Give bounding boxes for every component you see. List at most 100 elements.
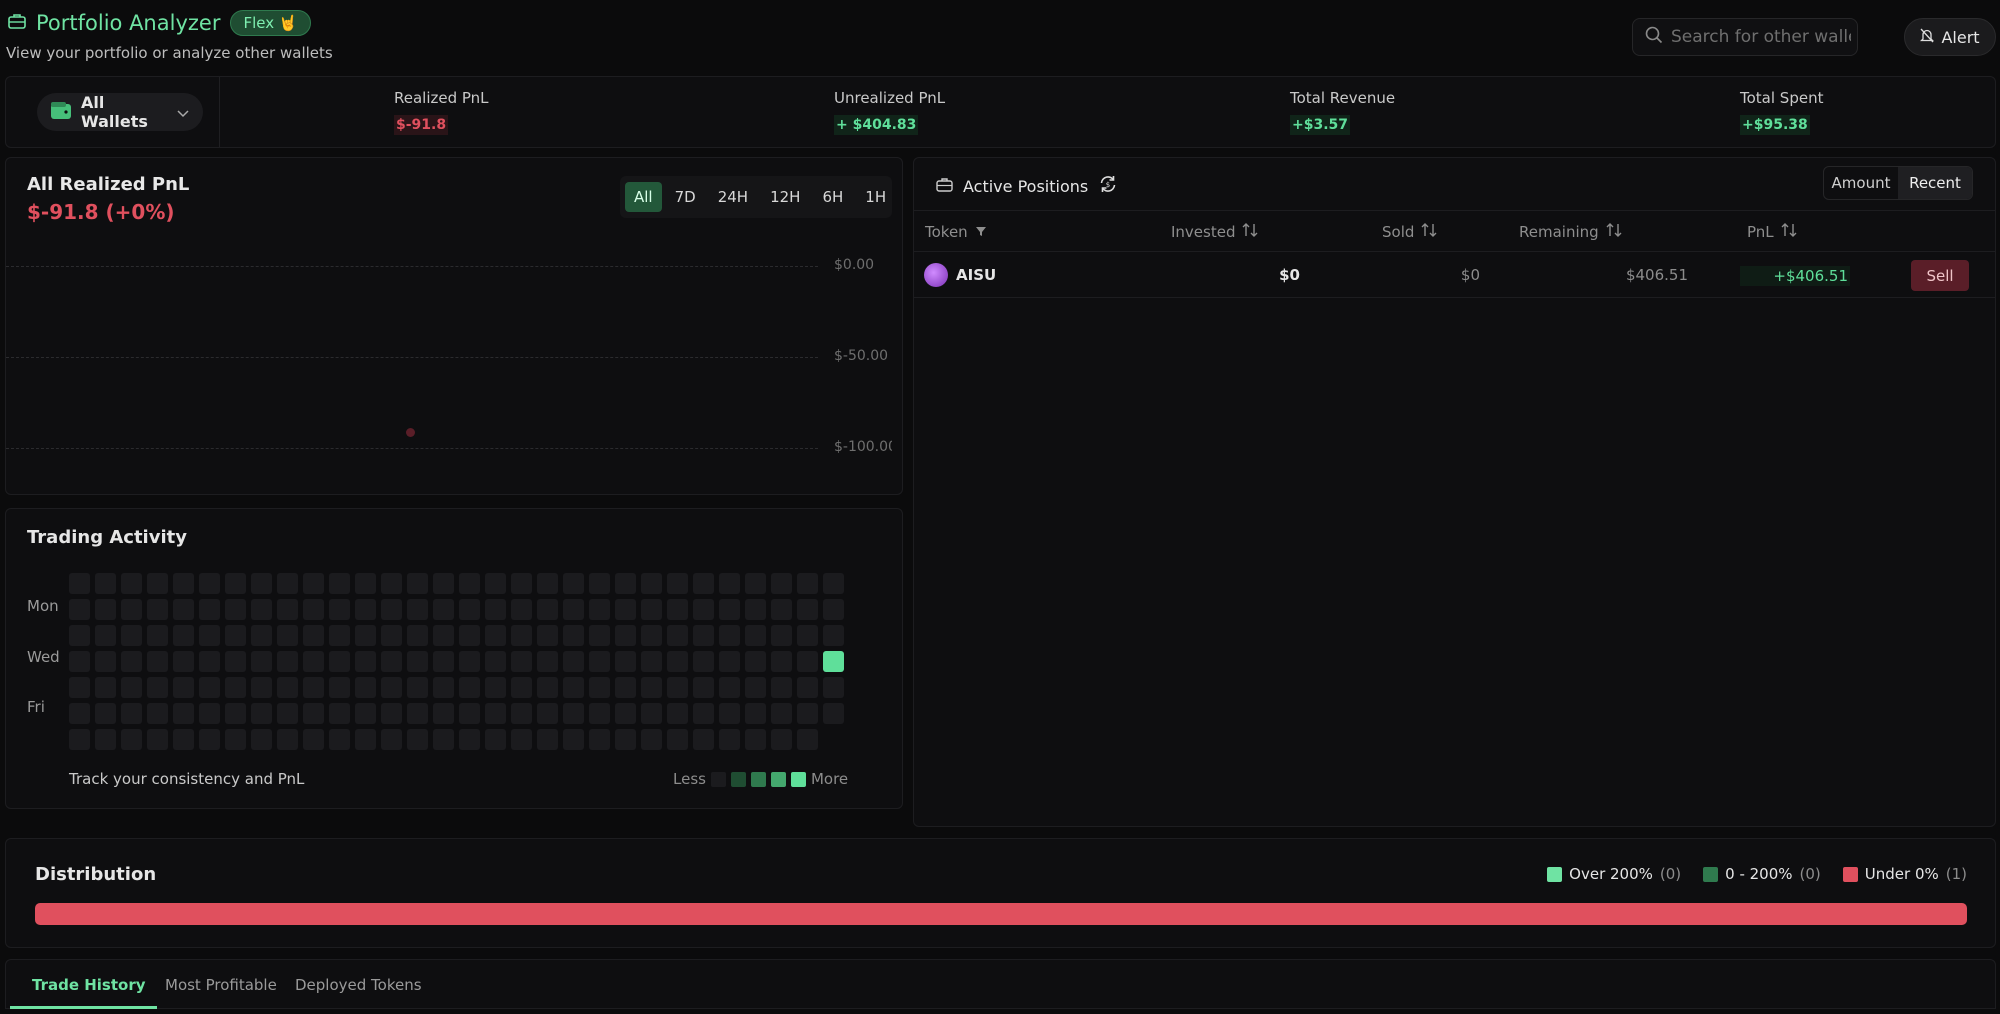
activity-cell[interactable]: [173, 729, 194, 750]
activity-cell[interactable]: [173, 625, 194, 646]
activity-cell[interactable]: [277, 573, 298, 594]
activity-cell[interactable]: [355, 729, 376, 750]
activity-cell[interactable]: [199, 677, 220, 698]
activity-cell[interactable]: [303, 677, 324, 698]
activity-cell[interactable]: [251, 651, 272, 672]
tab-trade-history[interactable]: Trade History: [32, 976, 146, 994]
activity-cell[interactable]: [147, 625, 168, 646]
activity-cell[interactable]: [303, 625, 324, 646]
activity-cell[interactable]: [329, 703, 350, 724]
activity-cell[interactable]: [225, 599, 246, 620]
activity-cell[interactable]: [589, 573, 610, 594]
activity-cell[interactable]: [329, 625, 350, 646]
activity-cell[interactable]: [511, 599, 532, 620]
activity-cell[interactable]: [615, 677, 636, 698]
activity-cell[interactable]: [329, 599, 350, 620]
activity-cell[interactable]: [693, 677, 714, 698]
activity-cell[interactable]: [537, 651, 558, 672]
activity-cell[interactable]: [563, 677, 584, 698]
activity-cell[interactable]: [147, 729, 168, 750]
activity-cell[interactable]: [511, 677, 532, 698]
activity-cell[interactable]: [173, 599, 194, 620]
activity-cell[interactable]: [537, 703, 558, 724]
activity-cell[interactable]: [225, 677, 246, 698]
activity-cell[interactable]: [563, 573, 584, 594]
activity-cell[interactable]: [329, 677, 350, 698]
activity-cell[interactable]: [771, 599, 792, 620]
activity-cell[interactable]: [69, 729, 90, 750]
activity-cell[interactable]: [277, 599, 298, 620]
activity-cell[interactable]: [95, 677, 116, 698]
activity-cell[interactable]: [667, 651, 688, 672]
activity-cell[interactable]: [433, 729, 454, 750]
activity-cell[interactable]: [121, 703, 142, 724]
activity-cell[interactable]: [771, 677, 792, 698]
activity-cell[interactable]: [381, 651, 402, 672]
activity-cell[interactable]: [69, 625, 90, 646]
activity-cell[interactable]: [459, 651, 480, 672]
activity-cell[interactable]: [641, 599, 662, 620]
activity-cell[interactable]: [199, 729, 220, 750]
activity-cell[interactable]: [95, 651, 116, 672]
activity-cell[interactable]: [459, 599, 480, 620]
filter-icon[interactable]: [975, 223, 987, 241]
activity-cell[interactable]: [199, 625, 220, 646]
column-header-remaining[interactable]: Remaining: [1519, 223, 1622, 241]
activity-cell[interactable]: [589, 729, 610, 750]
activity-cell[interactable]: [329, 729, 350, 750]
activity-cell[interactable]: [719, 729, 740, 750]
activity-cell[interactable]: [719, 573, 740, 594]
range-tab-6h[interactable]: 6H: [813, 182, 852, 212]
activity-cell[interactable]: [459, 703, 480, 724]
activity-cell[interactable]: [797, 625, 818, 646]
activity-cell[interactable]: [225, 625, 246, 646]
activity-cell[interactable]: [823, 599, 844, 620]
activity-cell[interactable]: [199, 599, 220, 620]
activity-cell[interactable]: [95, 703, 116, 724]
activity-cell[interactable]: [615, 703, 636, 724]
flex-badge[interactable]: Flex 🤘: [230, 10, 311, 36]
activity-cell[interactable]: [693, 651, 714, 672]
activity-cell[interactable]: [511, 703, 532, 724]
activity-cell[interactable]: [459, 625, 480, 646]
activity-cell[interactable]: [823, 625, 844, 646]
range-tab-12h[interactable]: 12H: [761, 182, 809, 212]
activity-cell[interactable]: [381, 703, 402, 724]
activity-cell[interactable]: [121, 573, 142, 594]
activity-cell[interactable]: [303, 573, 324, 594]
activity-cell[interactable]: [511, 729, 532, 750]
activity-cell[interactable]: [277, 625, 298, 646]
activity-cell[interactable]: [147, 573, 168, 594]
activity-cell[interactable]: [121, 729, 142, 750]
activity-cell[interactable]: [355, 625, 376, 646]
activity-cell[interactable]: [433, 677, 454, 698]
activity-cell[interactable]: [485, 599, 506, 620]
activity-cell[interactable]: [563, 599, 584, 620]
range-tab-all[interactable]: All: [625, 182, 662, 212]
activity-cell[interactable]: [771, 651, 792, 672]
activity-cell[interactable]: [719, 625, 740, 646]
activity-cell[interactable]: [667, 625, 688, 646]
activity-cell[interactable]: [771, 573, 792, 594]
activity-cell[interactable]: [433, 573, 454, 594]
activity-cell[interactable]: [537, 599, 558, 620]
column-header-pnl[interactable]: PnL: [1747, 223, 1797, 241]
activity-cell[interactable]: [615, 729, 636, 750]
sort-amount-button[interactable]: Amount: [1824, 167, 1898, 199]
activity-cell[interactable]: [459, 677, 480, 698]
activity-cell[interactable]: [147, 599, 168, 620]
activity-cell[interactable]: [303, 599, 324, 620]
activity-cell[interactable]: [719, 651, 740, 672]
activity-cell[interactable]: [797, 573, 818, 594]
activity-cell[interactable]: [745, 599, 766, 620]
activity-cell[interactable]: [251, 573, 272, 594]
activity-cell[interactable]: [251, 625, 272, 646]
activity-cell[interactable]: [303, 703, 324, 724]
activity-cell[interactable]: [485, 625, 506, 646]
activity-cell[interactable]: [459, 573, 480, 594]
activity-cell[interactable]: [485, 703, 506, 724]
activity-cell[interactable]: [121, 651, 142, 672]
activity-cell[interactable]: [251, 729, 272, 750]
activity-cell[interactable]: [355, 703, 376, 724]
activity-cell[interactable]: [589, 599, 610, 620]
